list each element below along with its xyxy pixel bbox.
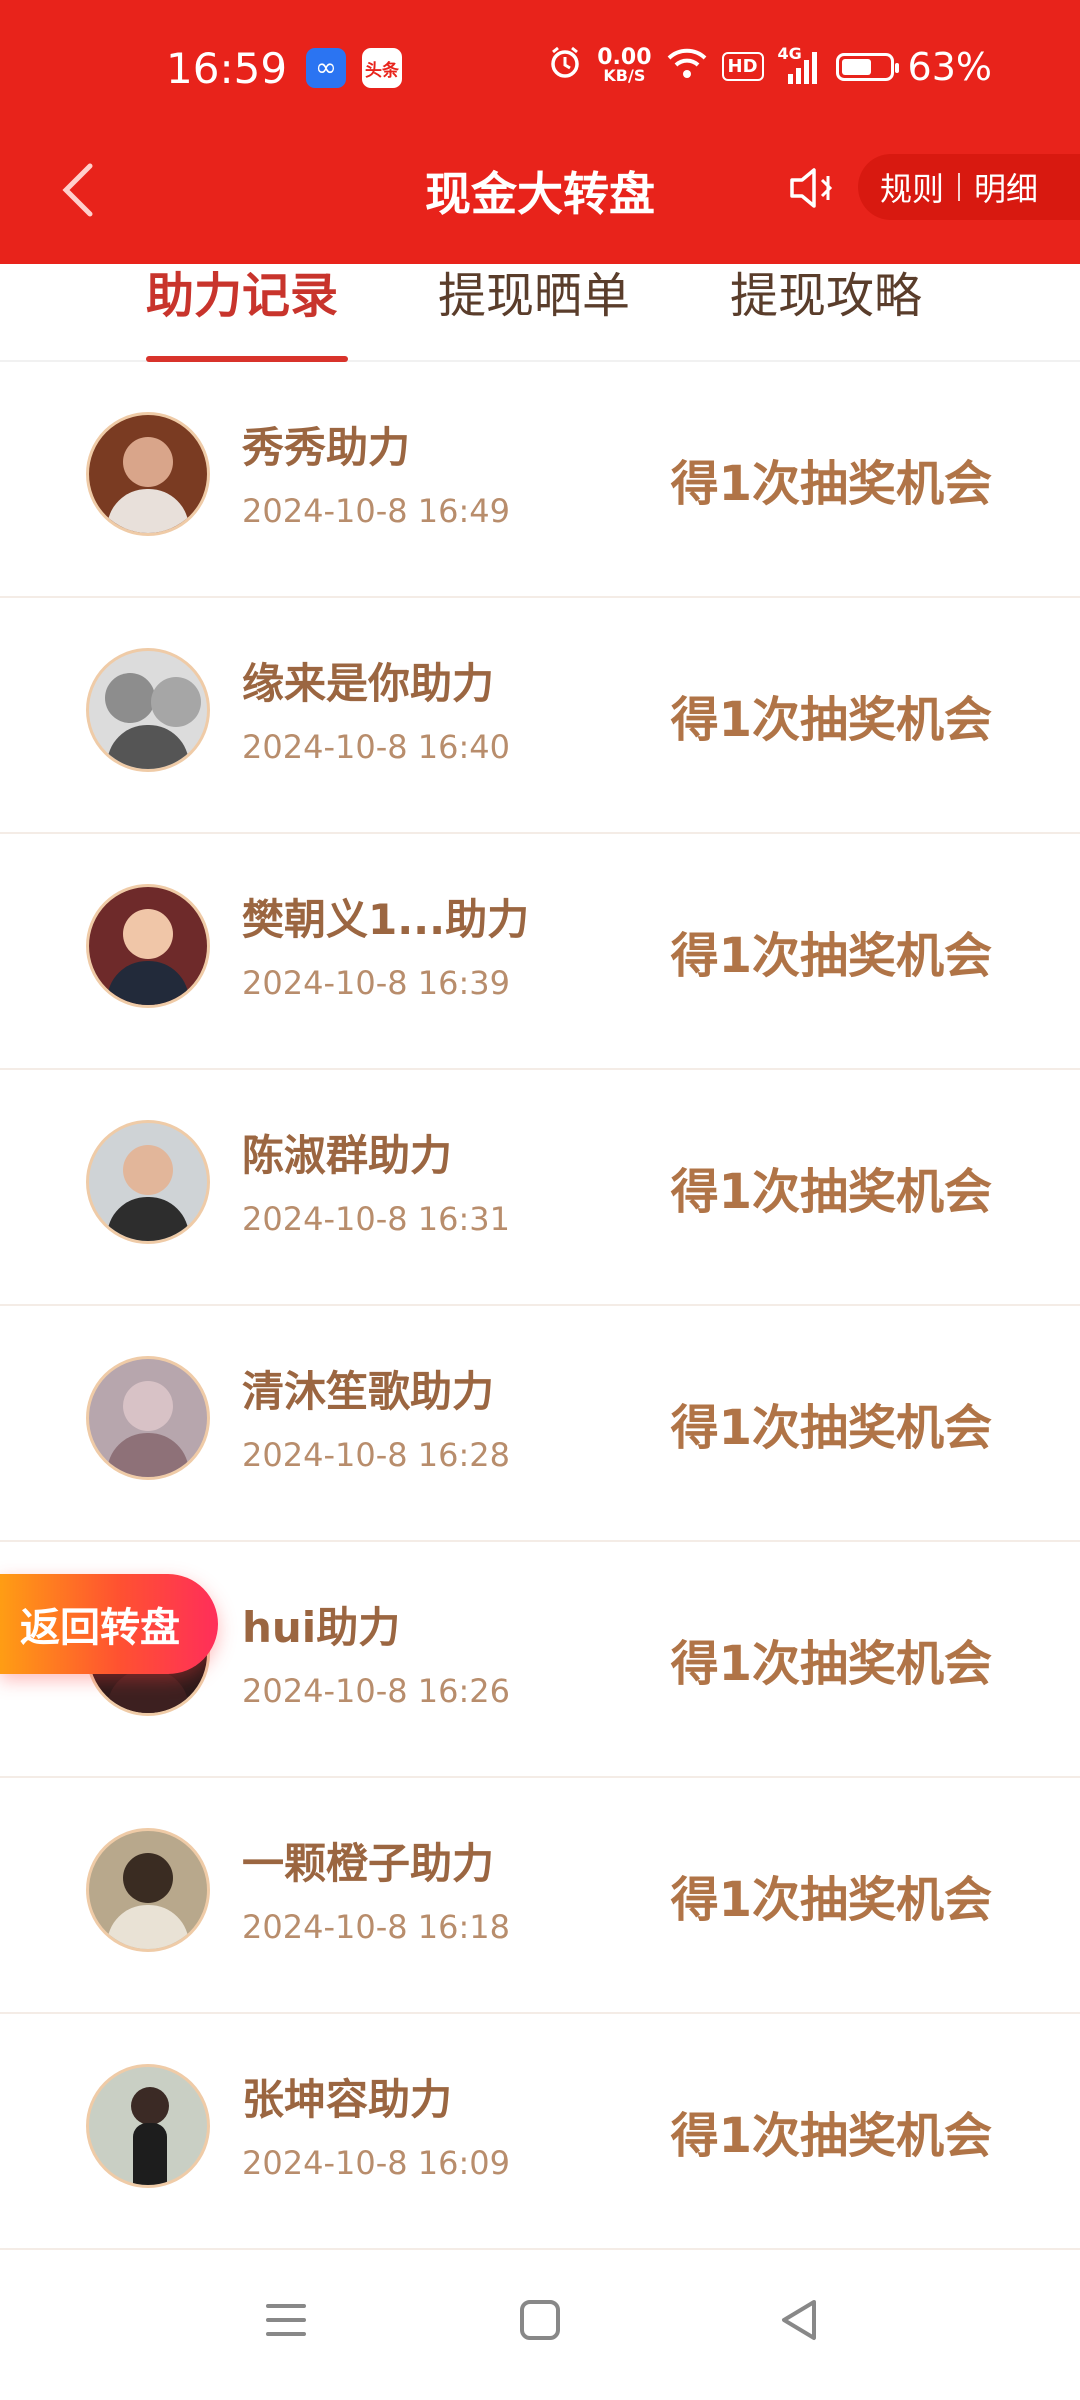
reward-text: 得1次抽奖机会	[670, 1636, 992, 1692]
assist-time: 2024-10-8 16:40	[242, 728, 510, 766]
assist-time: 2024-10-8 16:39	[242, 964, 510, 1002]
pill-divider	[958, 173, 961, 201]
assist-name: 陈淑群助力	[242, 1131, 453, 1180]
avatar	[86, 1356, 210, 1480]
avatar	[86, 884, 210, 1008]
avatar	[86, 648, 210, 772]
rules-link[interactable]: 规则	[880, 164, 944, 210]
home-icon[interactable]	[510, 2290, 570, 2350]
assist-time: 2024-10-8 16:18	[242, 1908, 510, 1946]
assist-time: 2024-10-8 16:28	[242, 1436, 510, 1474]
assist-name: 清沐笙歌助力	[242, 1367, 495, 1416]
assist-time: 2024-10-8 16:31	[242, 1200, 510, 1238]
status-icons: 0.00 KB/S HD 4G 63%	[547, 44, 992, 89]
assist-name: 缘来是你助力	[242, 659, 495, 708]
reward-text: 得1次抽奖机会	[670, 1400, 992, 1456]
avatar	[86, 1828, 210, 1952]
signal-icon: 4G	[778, 44, 822, 86]
assist-record-list: 秀秀助力 2024-10-8 16:49 得1次抽奖机会 缘来是你助力 2024…	[0, 362, 1080, 2250]
assist-name: 张坤容助力	[242, 2075, 453, 2124]
tab-withdraw-showcase[interactable]: 提现晒单	[438, 264, 630, 360]
reward-text: 得1次抽奖机会	[670, 1164, 992, 1220]
list-item: 缘来是你助力 2024-10-8 16:40 得1次抽奖机会	[0, 598, 1080, 834]
battery-icon	[835, 52, 899, 81]
tab-assist-records[interactable]: 助力记录	[146, 264, 338, 360]
hd-badge: HD	[721, 52, 764, 81]
list-item: 清沐笙歌助力 2024-10-8 16:28 得1次抽奖机会	[0, 1306, 1080, 1542]
list-item: 秀秀助力 2024-10-8 16:49 得1次抽奖机会	[0, 362, 1080, 598]
net-speed-unit: KB/S	[603, 65, 646, 85]
assist-time: 2024-10-8 16:26	[242, 1672, 510, 1710]
system-nav-bar	[0, 2250, 1080, 2400]
avatar	[86, 2064, 210, 2188]
net-speed-value: 0.00	[597, 44, 652, 70]
assist-time: 2024-10-8 16:09	[242, 2144, 510, 2182]
tab-withdraw-guide[interactable]: 提现攻略	[730, 264, 922, 360]
avatar	[86, 412, 210, 536]
assist-name: 樊朝义1...助力	[242, 895, 530, 944]
list-item: 一颗橙子助力 2024-10-8 16:18 得1次抽奖机会	[0, 1778, 1080, 2014]
list-item: 樊朝义1...助力 2024-10-8 16:39 得1次抽奖机会	[0, 834, 1080, 1070]
wifi-icon	[666, 45, 708, 89]
app-header: 16:59 ∞ 头条 0.00 KB/S HD 4G 63% 现金大转盘 规则 …	[0, 0, 1080, 264]
status-time: 16:59	[166, 44, 288, 93]
reward-text: 得1次抽奖机会	[670, 1872, 992, 1928]
alarm-icon	[547, 44, 583, 89]
menu-icon[interactable]	[256, 2290, 316, 2350]
reward-text: 得1次抽奖机会	[670, 692, 992, 748]
net-speed: 0.00 KB/S	[597, 44, 652, 85]
battery-fill	[841, 58, 871, 75]
list-item: 张坤容助力 2024-10-8 16:09 得1次抽奖机会	[0, 2014, 1080, 2250]
avatar	[86, 1120, 210, 1244]
reward-text: 得1次抽奖机会	[670, 2108, 992, 2164]
list-item: 陈淑群助力 2024-10-8 16:31 得1次抽奖机会	[0, 1070, 1080, 1306]
speaker-icon[interactable]	[786, 162, 838, 214]
infinity-icon: ∞	[306, 48, 346, 88]
rules-details-pill: 规则 明细	[858, 154, 1080, 220]
details-link[interactable]: 明细	[974, 164, 1038, 210]
reward-text: 得1次抽奖机会	[670, 456, 992, 512]
back-icon[interactable]	[770, 2290, 830, 2350]
battery-percent: 63%	[907, 44, 992, 89]
assist-name: 一颗橙子助力	[242, 1839, 495, 1888]
toutiao-badge: 头条	[362, 48, 402, 88]
assist-name: 秀秀助力	[242, 423, 411, 472]
assist-name: hui助力	[242, 1603, 401, 1652]
tab-bar: 助力记录 提现晒单 提现攻略	[0, 264, 1080, 362]
reward-text: 得1次抽奖机会	[670, 928, 992, 984]
return-to-wheel-button[interactable]: 返回转盘	[0, 1574, 218, 1674]
assist-time: 2024-10-8 16:49	[242, 492, 510, 530]
